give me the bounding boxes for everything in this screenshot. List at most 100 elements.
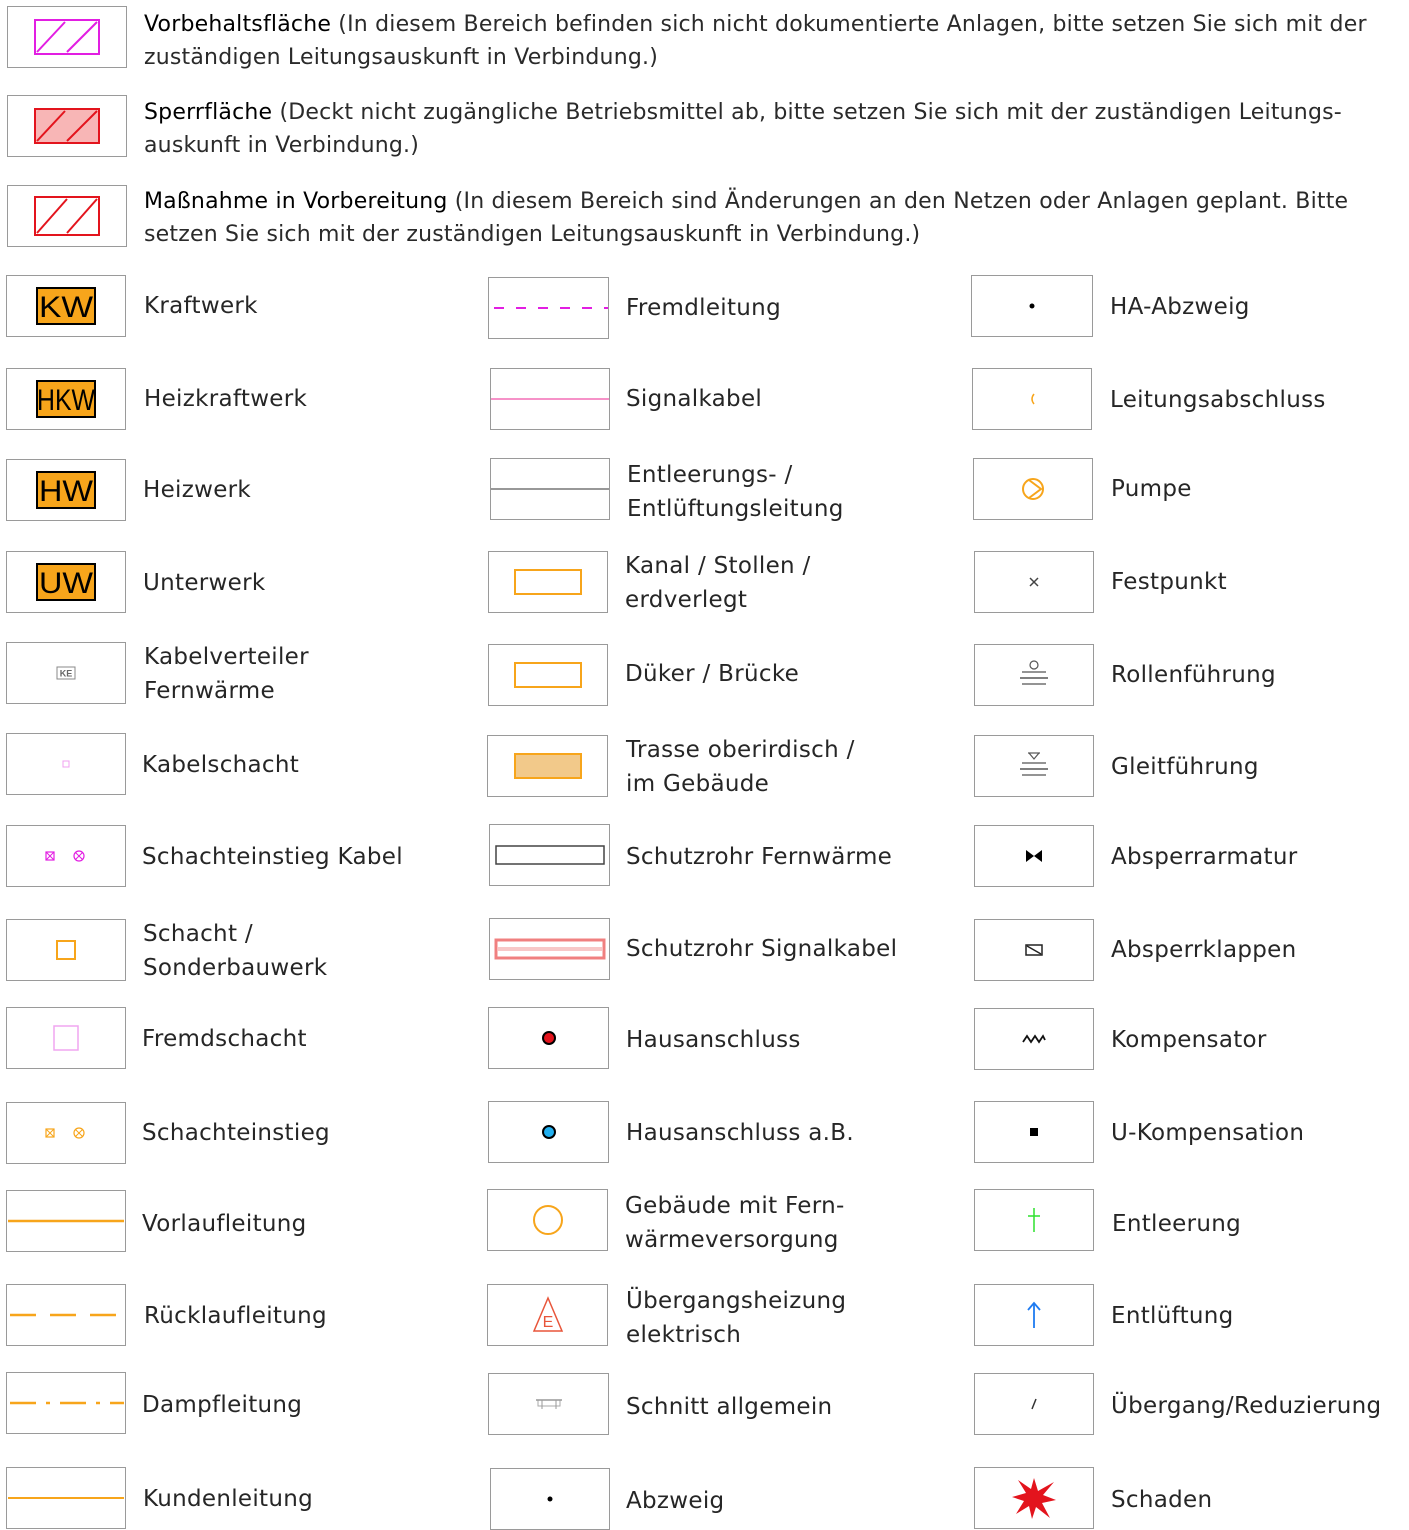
legend-label: Schachteinstieg xyxy=(142,1120,330,1146)
legend-label: Entleerungs- / Entlüftungsleitung xyxy=(627,462,844,522)
svg-text:KW: KW xyxy=(39,291,94,324)
black-dot-icon xyxy=(490,1468,610,1530)
hatched-area-red-filled-icon xyxy=(7,95,127,157)
magenta-square-icon xyxy=(6,1007,126,1069)
orange-solid-line-icon xyxy=(6,1190,126,1252)
legend-label: Entlüftung xyxy=(1111,1303,1234,1329)
legend-label: Vorlaufleitung xyxy=(142,1211,307,1237)
area-description: Vorbehaltsfläche (In diesem Bereich befi… xyxy=(144,8,1394,74)
legend-label: Signalkabel xyxy=(626,386,763,412)
orange-outline-rect-icon xyxy=(488,551,608,613)
svg-text:KE: KE xyxy=(60,669,73,679)
legend-label: Schutzrohr Fernwärme xyxy=(626,844,893,870)
blue-dot-icon xyxy=(488,1101,609,1163)
uw-icon: UW xyxy=(6,551,126,613)
valve-icon xyxy=(974,825,1094,887)
legend-label: Hausanschluss a.B. xyxy=(626,1120,854,1146)
legend-label: Schutzrohr Signalkabel xyxy=(626,936,898,962)
svg-text:HKW: HKW xyxy=(37,384,96,417)
hatched-area-red-icon xyxy=(7,185,127,247)
legend-label: Fremdschacht xyxy=(142,1026,307,1052)
legend-label: Übergangsheizung elektrisch xyxy=(626,1288,847,1348)
area-term: Maßnahme in Vorbereitung xyxy=(144,189,448,214)
pink-line-icon xyxy=(490,368,610,430)
black-square-icon xyxy=(974,1101,1094,1163)
area-term: Vorbehaltsfläche xyxy=(144,12,332,37)
blue-arrow-icon xyxy=(974,1284,1094,1346)
legend-label: Gebäude mit Fern- wärmeversorgung xyxy=(625,1193,845,1253)
orange-manhole-entry-icon xyxy=(6,1102,126,1164)
svg-text:HW: HW xyxy=(39,475,94,508)
legend-label: Kompensator xyxy=(1111,1027,1267,1053)
roller-guide-icon xyxy=(974,644,1094,706)
legend-label: Heizkraftwerk xyxy=(144,386,308,412)
legend-label: Festpunkt xyxy=(1111,569,1227,595)
orange-outline-rect-icon xyxy=(488,644,608,706)
legend-label: Schacht / Sonderbauwerk xyxy=(143,921,328,981)
legend-label: Düker / Brücke xyxy=(625,661,800,687)
legend-label: Rücklaufleitung xyxy=(144,1303,327,1329)
orange-dashed-line-icon xyxy=(6,1284,126,1346)
legend-label: Unterwerk xyxy=(143,570,266,596)
legend-label: Schaden xyxy=(1111,1487,1213,1513)
area-term: Sperrfläche xyxy=(144,100,273,125)
legend-label: Absperrarmatur xyxy=(1111,844,1298,870)
magenta-manhole-entry-icon xyxy=(6,825,126,887)
area-desc: (Deckt nicht zugängliche Betriebsmittel … xyxy=(144,100,1342,158)
orange-circle-icon xyxy=(487,1189,608,1251)
legend-label: Fremdleitung xyxy=(626,295,781,321)
legend-label: Pumpe xyxy=(1111,476,1192,502)
orange-dash-dot-line-icon xyxy=(6,1372,126,1434)
ke-icon: KE xyxy=(6,642,126,704)
legend-label: Dampfleitung xyxy=(142,1392,303,1418)
red-star-icon xyxy=(974,1467,1094,1529)
black-dot-icon xyxy=(971,275,1093,337)
hatched-area-magenta-icon xyxy=(7,6,127,68)
small-magenta-square-icon xyxy=(6,733,126,795)
pump-icon xyxy=(973,458,1093,520)
area-description: Maßnahme in Vorbereitung (In diesem Bere… xyxy=(144,185,1394,251)
legend-label: Leitungsabschluss xyxy=(1110,387,1326,413)
compensator-icon xyxy=(974,1008,1094,1070)
hkw-icon: HKW xyxy=(6,368,126,430)
svg-text:UW: UW xyxy=(39,567,94,600)
legend-label: Abzweig xyxy=(626,1488,725,1514)
legend-label: Kraftwerk xyxy=(144,293,258,319)
green-plus-icon xyxy=(974,1189,1094,1251)
cross-icon xyxy=(974,551,1094,613)
legend-label: Kanal / Stollen / erdverlegt xyxy=(625,553,811,613)
warning-e-icon: E xyxy=(487,1284,608,1346)
hw-icon: HW xyxy=(6,459,126,521)
gray-pipe-icon xyxy=(489,824,610,886)
section-mark-icon xyxy=(488,1373,609,1435)
legend-label: Kundenleitung xyxy=(143,1486,314,1512)
slide-guide-icon xyxy=(974,735,1094,797)
legend-label: Übergang/Reduzierung xyxy=(1111,1393,1382,1419)
legend-label: Entleerung xyxy=(1112,1211,1242,1237)
legend-label: HA-Abzweig xyxy=(1110,294,1250,320)
legend-label: Kabelschacht xyxy=(142,752,300,778)
red-pipe-icon xyxy=(489,918,610,980)
svg-text:E: E xyxy=(542,1314,553,1331)
red-dot-icon xyxy=(488,1007,609,1069)
orange-thin-line-icon xyxy=(6,1467,126,1529)
legend-label: Gleitführung xyxy=(1111,754,1259,780)
legend-label: Schachteinstieg Kabel xyxy=(142,844,403,870)
orange-filled-rect-icon xyxy=(487,735,608,797)
slash-icon xyxy=(974,1373,1094,1435)
kw-icon: KW xyxy=(6,275,126,337)
legend-label: Heizwerk xyxy=(143,477,252,503)
legend-label: Rollenführung xyxy=(1111,662,1276,688)
legend-label: Kabelverteiler Fernwärme xyxy=(144,644,309,704)
legend-label: Absperrklappen xyxy=(1111,937,1297,963)
legend-label: Hausanschluss xyxy=(626,1027,801,1053)
line-end-icon xyxy=(972,368,1092,430)
orange-square-icon xyxy=(6,919,126,981)
magenta-dashed-line-icon xyxy=(488,277,609,339)
gray-line-icon xyxy=(490,458,610,520)
area-description: Sperrfläche (Deckt nicht zugängliche Bet… xyxy=(144,96,1394,162)
legend-label: Trasse oberirdisch / im Gebäude xyxy=(626,737,855,797)
legend-label: Schnitt allgemein xyxy=(626,1394,833,1420)
legend-label: U-Kompensation xyxy=(1111,1120,1305,1146)
butterfly-valve-icon xyxy=(974,919,1094,981)
